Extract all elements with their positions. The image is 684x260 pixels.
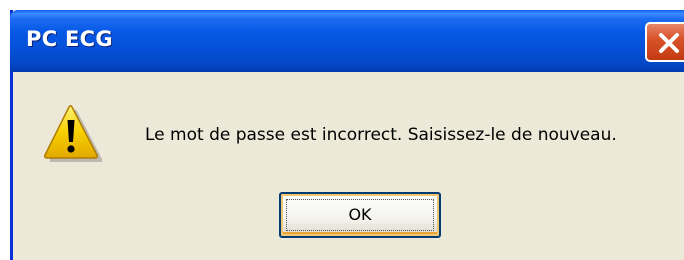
close-icon [659, 33, 679, 53]
warning-icon [44, 105, 103, 162]
ok-button[interactable]: OK [279, 192, 441, 238]
dialog-body: Le mot de passe est incorrect. Saisissez… [13, 72, 684, 260]
close-button[interactable] [645, 22, 684, 62]
dialog-message: Le mot de passe est incorrect. Saisissez… [145, 125, 617, 145]
title-bar[interactable]: PC ECG [10, 10, 684, 72]
window-title: PC ECG [26, 27, 113, 51]
ok-button-label: OK [348, 205, 372, 224]
message-dialog: PC ECG Le mot de passe est incorrect. Sa… [10, 10, 684, 260]
